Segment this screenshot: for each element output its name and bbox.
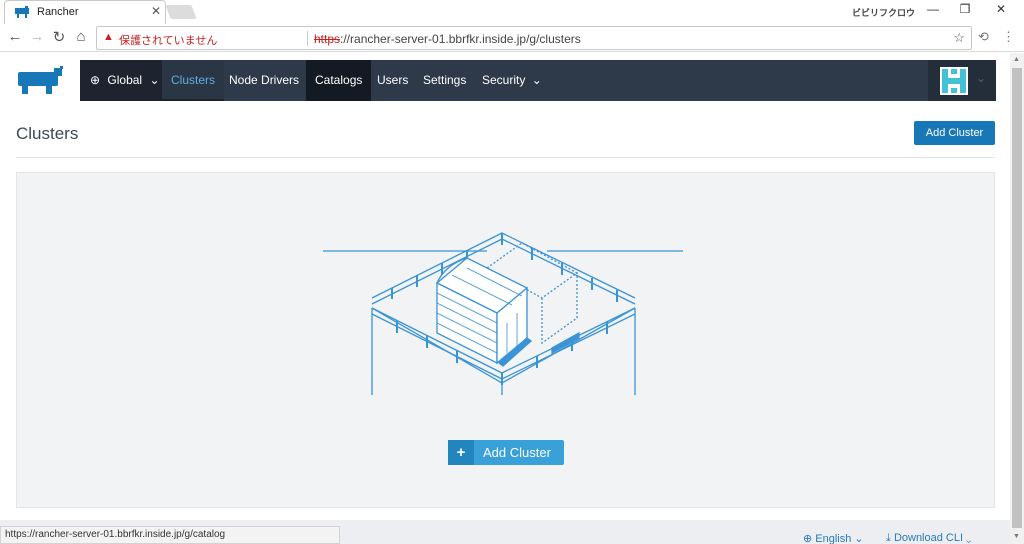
add-cluster-button[interactable]: Add Cluster	[914, 121, 995, 145]
plus-icon: +	[448, 440, 474, 465]
browser-tabstrip: Rancher ✕ ビビリフクロウ — ❐ ✕	[0, 0, 1024, 24]
download-icon: ⤓	[886, 532, 891, 544]
nav-clusters[interactable]: Clusters	[162, 60, 225, 101]
bookmark-star-icon[interactable]: ☆	[953, 30, 965, 46]
globe-icon: ⊕	[803, 533, 813, 544]
rancher-favicon-icon	[15, 6, 29, 18]
minimize-icon[interactable]: —	[918, 2, 948, 16]
download-cli-link[interactable]: ⤓ Download CLI ⌄	[886, 532, 971, 544]
home-icon[interactable]: ⌂	[72, 28, 90, 45]
history-icon[interactable]: ⟲	[978, 29, 989, 45]
scroll-up-icon[interactable]: ▲	[1013, 56, 1020, 63]
empty-add-cluster-label: Add Cluster	[483, 445, 551, 460]
browser-tab[interactable]: Rancher ✕	[4, 0, 166, 24]
chevron-down-icon: ⌄	[854, 533, 864, 544]
app-header: ⊕ Global ⌄ Clusters Node Drivers Catalog…	[0, 60, 1024, 102]
user-menu[interactable]: ⌄	[928, 60, 996, 101]
download-cli-label: Download CLI	[893, 532, 964, 544]
barn-illustration	[323, 232, 683, 395]
nav-catalogs[interactable]: Catalogs	[306, 60, 372, 101]
nav-security-label: Security	[482, 73, 526, 87]
reload-icon[interactable]: ↻	[50, 28, 68, 46]
rancher-logo[interactable]	[16, 66, 66, 96]
nav-node-drivers[interactable]: Node Drivers	[220, 60, 308, 101]
restore-icon[interactable]: ❐	[950, 2, 980, 16]
nav-settings[interactable]: Settings	[414, 60, 475, 101]
nav-users[interactable]: Users	[368, 60, 417, 101]
page-title: Clusters	[16, 124, 79, 143]
url-scheme: https	[314, 32, 341, 46]
page-scrollbar[interactable]: ▲ ▼	[1010, 53, 1024, 544]
empty-add-cluster-button[interactable]: + Add Cluster	[448, 440, 564, 465]
insecure-label: 保護されていません	[119, 35, 218, 47]
forward-icon[interactable]: →	[28, 28, 46, 45]
globe-icon: ⊕	[90, 73, 101, 87]
tab-close-icon[interactable]: ✕	[151, 4, 161, 18]
chevron-down-icon: ⌄	[149, 73, 160, 87]
window-user-label: ビビリフクロウ	[852, 8, 916, 18]
new-tab-button[interactable]	[165, 5, 197, 19]
language-label: English	[815, 533, 852, 544]
global-label: Global	[107, 73, 143, 87]
nav-security[interactable]: Security ⌄	[473, 60, 551, 101]
chevron-down-icon: ⌄	[966, 532, 972, 544]
url-path: ://rancher-server-01.bbrfkr.inside.jp/g/…	[340, 32, 581, 46]
language-selector[interactable]: ⊕ English ⌄	[803, 532, 864, 544]
menu-icon[interactable]: ⋮	[1002, 29, 1015, 45]
scroll-thumb[interactable]	[1012, 68, 1022, 528]
chevron-down-icon: ⌄	[531, 73, 542, 87]
tab-title: Rancher	[37, 6, 79, 18]
empty-state-panel: + Add Cluster	[16, 172, 995, 508]
scroll-down-icon[interactable]: ▼	[1013, 533, 1020, 540]
global-scope-menu[interactable]: ⊕ Global ⌄	[80, 60, 162, 101]
status-bar-url: https://rancher-server-01.bbrfkr.inside.…	[0, 526, 340, 544]
address-bar[interactable]: ▲ 保護されていません https://rancher-server-01.bb…	[96, 26, 972, 50]
close-window-icon[interactable]: ✕	[986, 2, 1016, 16]
url-text: https://rancher-server-01.bbrfkr.inside.…	[314, 32, 581, 46]
avatar	[940, 67, 968, 95]
main-nav: ⊕ Global ⌄ Clusters Node Drivers Catalog…	[80, 60, 996, 101]
back-icon[interactable]: ←	[6, 28, 24, 45]
browser-toolbar: ← → ↻ ⌂ ▲ 保護されていません https://rancher-serv…	[0, 24, 1024, 52]
omnibox-divider	[307, 31, 308, 46]
warning-icon: ▲	[103, 31, 114, 43]
title-divider	[16, 157, 995, 158]
chevron-down-icon: ⌄	[976, 71, 987, 85]
